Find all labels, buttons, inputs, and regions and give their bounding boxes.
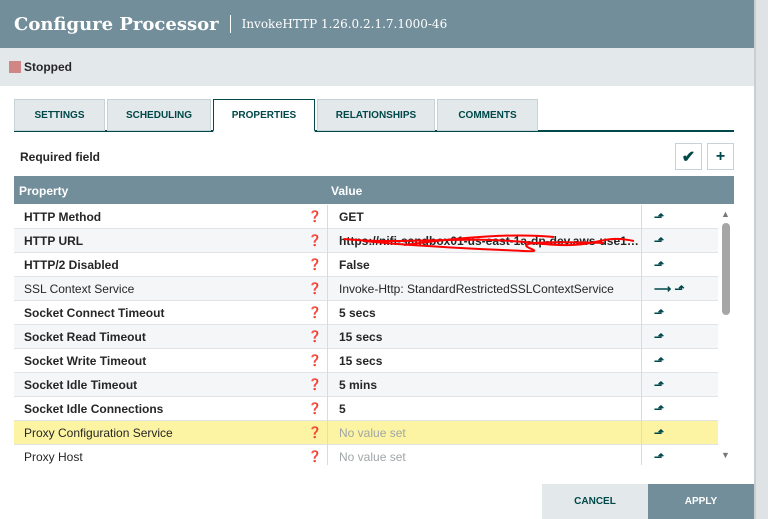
help-icon[interactable]: ❓ (308, 349, 320, 373)
help-icon[interactable]: ❓ (308, 397, 320, 421)
tab-relationships[interactable]: RELATIONSHIPS (317, 99, 435, 131)
table-row[interactable]: Socket Idle Timeout ❓ 5 mins ⬏ (14, 373, 718, 397)
tab-scheduling[interactable]: SCHEDULING (107, 99, 211, 131)
column-property[interactable]: Property (19, 184, 68, 198)
help-icon[interactable]: ❓ (308, 253, 320, 277)
help-icon[interactable]: ❓ (308, 301, 320, 325)
row-actions: ⟶ ⬏ (641, 277, 718, 301)
property-value[interactable]: 15 secs (327, 325, 645, 349)
properties-table: HTTP Method ❓ GET ⬏ HTTP URL ❓ https://ni… (14, 205, 718, 465)
row-actions: ⬏ (641, 349, 718, 373)
convert-to-parameter-icon[interactable]: ⬏ (675, 282, 685, 296)
convert-to-parameter-icon[interactable]: ⬏ (654, 306, 664, 320)
table-row[interactable]: Socket Idle Connections ❓ 5 ⬏ (14, 397, 718, 421)
column-value[interactable]: Value (331, 184, 362, 198)
property-value[interactable]: False (327, 253, 645, 277)
help-icon[interactable]: ❓ (308, 325, 320, 349)
title-divider (229, 15, 231, 33)
property-value[interactable]: GET (327, 205, 645, 229)
table-row[interactable]: Socket Read Timeout ❓ 15 secs ⬏ (14, 325, 718, 349)
property-name: Proxy Host (24, 450, 83, 464)
convert-to-parameter-icon[interactable]: ⬏ (654, 402, 664, 416)
table-row[interactable]: Proxy Host ❓ No value set ⬏ (14, 445, 718, 465)
row-actions: ⬏ (641, 325, 718, 349)
help-icon[interactable]: ❓ (308, 373, 320, 397)
row-actions: ⬏ (641, 301, 718, 325)
property-name: Proxy Configuration Service (24, 426, 173, 440)
table-header: Property Value (14, 176, 734, 204)
help-icon[interactable]: ❓ (308, 445, 320, 465)
table-row[interactable]: Socket Write Timeout ❓ 15 secs ⬏ (14, 349, 718, 373)
property-value[interactable]: Invoke-Http: StandardRestrictedSSLContex… (327, 277, 645, 301)
tab-properties[interactable]: PROPERTIES (213, 99, 315, 132)
property-name: SSL Context Service (24, 282, 135, 296)
row-actions: ⬏ (641, 397, 718, 421)
stopped-icon (9, 61, 21, 73)
table-row[interactable]: HTTP/2 Disabled ❓ False ⬏ (14, 253, 718, 277)
convert-to-parameter-icon[interactable]: ⬏ (654, 354, 664, 368)
processor-type: InvokeHTTP 1.26.0.2.1.7.1000-46 (241, 17, 448, 31)
row-actions: ⬏ (641, 421, 718, 445)
property-value[interactable]: 5 (327, 397, 645, 421)
table-row[interactable]: Proxy Configuration Service ❓ No value s… (14, 421, 718, 445)
help-icon[interactable]: ❓ (308, 229, 320, 253)
table-row[interactable]: HTTP Method ❓ GET ⬏ (14, 205, 718, 229)
property-name: HTTP Method (24, 210, 102, 224)
verify-properties-button[interactable]: ✔ (675, 143, 702, 170)
help-icon[interactable]: ❓ (308, 205, 320, 229)
dialog-title: Configure Processor (14, 13, 219, 35)
row-actions: ⬏ (641, 205, 718, 229)
property-name: Socket Idle Timeout (24, 378, 138, 392)
check-circle-icon: ✔ (681, 148, 696, 166)
property-name: Socket Idle Connections (24, 402, 164, 416)
convert-to-parameter-icon[interactable]: ⬏ (654, 330, 664, 344)
required-field-label: Required field (20, 150, 101, 164)
dialog-header: Configure Processor InvokeHTTP 1.26.0.2.… (0, 0, 754, 48)
property-value[interactable]: 5 secs (327, 301, 645, 325)
convert-to-parameter-icon[interactable]: ⬏ (654, 426, 664, 440)
background-canvas (754, 0, 768, 519)
property-name: HTTP/2 Disabled (24, 258, 119, 272)
status-label: Stopped (24, 60, 72, 74)
help-icon[interactable]: ❓ (308, 421, 320, 445)
go-to-icon[interactable]: ⟶ (654, 282, 671, 296)
property-name: HTTP URL (24, 234, 84, 248)
property-value[interactable]: No value set (327, 445, 645, 465)
row-actions: ⬏ (641, 229, 718, 253)
status-bar: Stopped (0, 48, 754, 86)
property-name: Socket Write Timeout (24, 354, 147, 368)
convert-to-parameter-icon[interactable]: ⬏ (654, 450, 664, 464)
cancel-button[interactable]: CANCEL (542, 484, 648, 519)
tab-bar: SETTINGS SCHEDULING PROPERTIES RELATIONS… (14, 99, 734, 132)
table-row[interactable]: HTTP URL ❓ https://nifi-sandbox01-us-eas… (14, 229, 718, 253)
tab-settings[interactable]: SETTINGS (14, 99, 105, 131)
redaction-scribble (343, 234, 635, 253)
apply-button[interactable]: APPLY (648, 484, 754, 519)
dialog-footer: CANCEL APPLY (0, 484, 754, 519)
convert-to-parameter-icon[interactable]: ⬏ (654, 234, 664, 248)
scrollbar[interactable]: ▲ ▼ (718, 205, 734, 465)
property-value[interactable]: 5 mins (327, 373, 645, 397)
help-icon[interactable]: ❓ (308, 277, 320, 301)
scrollbar-thumb[interactable] (722, 223, 730, 315)
tab-comments[interactable]: COMMENTS (437, 99, 538, 131)
table-row[interactable]: Socket Connect Timeout ❓ 5 secs ⬏ (14, 301, 718, 325)
scroll-down-icon[interactable]: ▼ (721, 450, 730, 460)
property-name: Socket Read Timeout (24, 330, 146, 344)
property-name: Socket Connect Timeout (24, 306, 165, 320)
row-actions: ⬏ (641, 253, 718, 277)
convert-to-parameter-icon[interactable]: ⬏ (654, 210, 664, 224)
convert-to-parameter-icon[interactable]: ⬏ (654, 258, 664, 272)
plus-icon: + (715, 147, 726, 165)
table-row[interactable]: SSL Context Service ❓ Invoke-Http: Stand… (14, 277, 718, 301)
convert-to-parameter-icon[interactable]: ⬏ (654, 378, 664, 392)
add-property-button[interactable]: + (707, 143, 734, 170)
property-value[interactable]: No value set (327, 421, 645, 445)
row-actions: ⬏ (641, 373, 718, 397)
row-actions: ⬏ (641, 445, 718, 465)
scroll-up-icon[interactable]: ▲ (721, 209, 730, 219)
property-value[interactable]: 15 secs (327, 349, 645, 373)
